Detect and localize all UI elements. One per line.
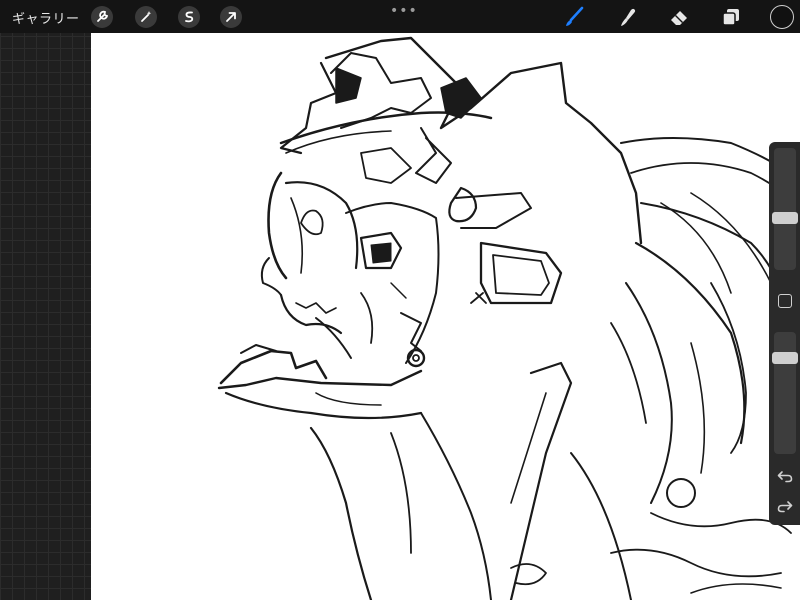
opacity-slider[interactable] (772, 332, 798, 454)
selection-icon[interactable] (178, 6, 200, 28)
sketch-drawing (217, 36, 800, 600)
more-options-button[interactable]: ••• (390, 3, 418, 19)
right-sidebar (769, 142, 800, 525)
modify-square-icon[interactable] (778, 294, 792, 308)
magic-wand-icon[interactable] (135, 6, 157, 28)
eraser-icon[interactable] (667, 5, 691, 29)
drawing-canvas[interactable] (91, 33, 800, 600)
brush-size-slider[interactable] (772, 148, 798, 270)
color-picker-button[interactable] (770, 5, 794, 29)
wrench-icon[interactable] (91, 6, 113, 28)
undo-icon[interactable] (776, 468, 794, 484)
brush-size-thumb[interactable] (772, 212, 798, 224)
brush-icon[interactable] (562, 5, 586, 29)
smudge-icon[interactable] (615, 5, 639, 29)
gallery-button[interactable]: ギャラリー (12, 8, 80, 27)
opacity-thumb[interactable] (772, 352, 798, 364)
redo-icon[interactable] (776, 498, 794, 514)
transform-arrow-icon[interactable] (220, 6, 242, 28)
layers-icon[interactable] (719, 5, 743, 29)
top-toolbar: ギャラリー ••• (0, 0, 800, 33)
